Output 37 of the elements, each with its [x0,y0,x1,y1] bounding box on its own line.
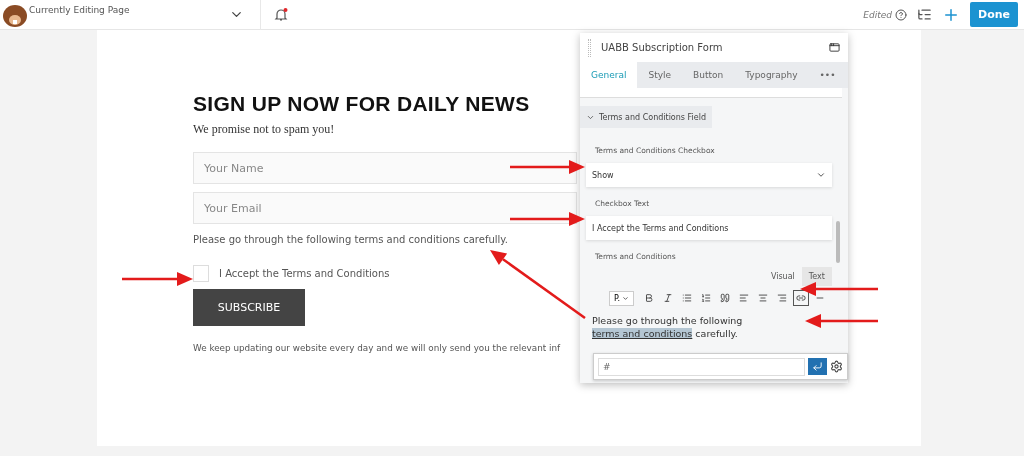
link-icon[interactable] [793,290,809,306]
url-field[interactable]: # [598,357,805,376]
done-button[interactable]: Done [970,2,1018,27]
section-header[interactable]: Terms and Conditions Field [580,106,712,128]
checkbox-label: I Accept the Terms and Conditions [219,268,390,279]
outline-icon[interactable] [917,7,932,22]
settings-icon[interactable] [830,360,843,373]
scrollbar[interactable] [836,221,840,263]
terms-text: Please go through the following terms and conditions carefully. [193,234,509,245]
text-field[interactable]: Your Email [193,192,577,224]
caret-icon [622,294,629,302]
form-subheading: We promise not to spam you! [193,122,336,137]
form-heading: SIGN UP NOW FOR DAILY NEWS [193,92,530,116]
selected-link[interactable]: terms and conditions [592,328,693,339]
bell-icon[interactable] [273,6,289,23]
panel-tab[interactable]: Button [682,62,735,88]
page-title: Currently Editing Page [29,5,131,15]
caret-icon [816,170,826,180]
panel-tab[interactable]: Typography [734,62,809,88]
edited-status: Edited [863,9,892,20]
panel-title: UABB Subscription Form [601,42,724,53]
panel-tab[interactable]: Style [637,62,683,88]
terms-checkbox[interactable] [193,265,209,282]
annotation-arrow [122,272,193,286]
subscribe-button[interactable]: SUBSCRIBE [193,289,305,326]
maximize-icon[interactable] [829,42,840,53]
input-field[interactable]: I Accept the Terms and Conditions [586,216,832,240]
select-field[interactable]: Show [586,163,832,187]
format-dropdown[interactable]: P. [608,290,634,306]
help-icon[interactable] [895,8,907,21]
text-field[interactable]: Your Name [193,152,577,184]
drag-handle-icon[interactable] [588,38,591,57]
enter-icon [812,361,823,372]
footer-text: We keep updating our website every day and we will only send you the relevant inf [193,343,561,353]
panel-tab[interactable]: General [580,62,638,88]
editor-text: Please go through the following terms and conditions carefully. [592,314,744,340]
panel-tab[interactable]: ••• [808,62,847,88]
